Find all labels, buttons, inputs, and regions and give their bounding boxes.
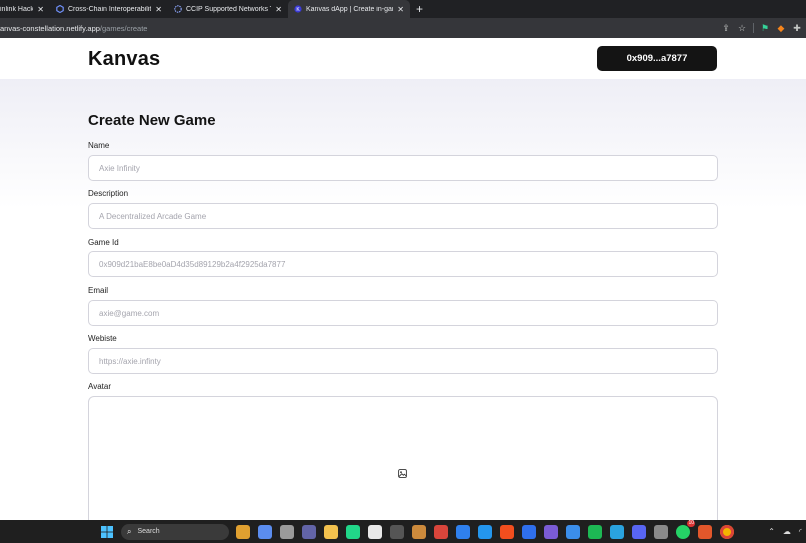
avatar-upload-area[interactable] (88, 396, 718, 520)
chrome-icon[interactable] (720, 524, 734, 539)
page-title: Create New Game (88, 112, 216, 129)
tab-title: CCIP Supported Networks Testn (186, 5, 271, 13)
search-label: Search (137, 528, 160, 535)
game-id-label: Game Id (88, 238, 119, 247)
whatsapp-icon[interactable]: 10 (676, 519, 695, 539)
chainlink-icon (174, 5, 182, 13)
tab-chainlink-hackathon[interactable]: inlink Hacka ✕ (0, 0, 50, 18)
site-header: Kanvas 0x909...a7877 (0, 38, 806, 79)
url-field[interactable]: anvas-constellation.netlify.app/games/cr… (0, 24, 147, 33)
share-icon[interactable]: ⇪ (721, 23, 731, 34)
task-view-icon[interactable] (280, 524, 294, 539)
extension-separator (753, 23, 754, 33)
email-input[interactable] (88, 300, 718, 326)
windows-start-icon[interactable] (100, 525, 114, 539)
address-bar: anvas-constellation.netlify.app/games/cr… (0, 18, 806, 38)
pycharm-icon[interactable] (346, 524, 360, 539)
wifi-icon[interactable]: ◜ (799, 527, 802, 536)
url-host: anvas-constellation.netlify.app (0, 23, 100, 33)
onedrive-cloud-icon[interactable]: ☁ (783, 527, 791, 536)
store-icon[interactable] (368, 524, 382, 539)
tab-close-icon[interactable]: ✕ (155, 5, 162, 14)
spotify-icon[interactable] (588, 524, 602, 539)
file-explorer-icon[interactable] (324, 524, 338, 539)
website-input[interactable] (88, 348, 718, 374)
new-tab-button[interactable]: + (416, 2, 423, 16)
browser-toolbar: ⇪ ☆ ⚑ ◆ ✚ (721, 18, 802, 38)
name-input[interactable] (88, 155, 718, 181)
tab-kanvas-create[interactable]: K Kanvas dApp | Create in-game ✕ (288, 0, 410, 18)
description-input[interactable] (88, 203, 718, 229)
discord-icon[interactable] (632, 524, 646, 539)
webcam-icon[interactable] (654, 524, 668, 539)
extensions-puzzle-icon[interactable]: ✚ (792, 23, 802, 34)
minus-app-icon[interactable] (522, 524, 536, 539)
tab-title: Kanvas dApp | Create in-game (306, 5, 394, 13)
avatar-label: Avatar (88, 382, 111, 391)
tab-close-icon[interactable]: ✕ (397, 5, 404, 14)
vscode-icon[interactable] (456, 524, 470, 539)
kanvas-icon: K (294, 5, 302, 13)
url-path: /games/create (99, 23, 148, 33)
tab-title: Cross-Chain Interoperability Pro (68, 5, 152, 13)
figma-icon[interactable] (500, 524, 514, 539)
widgets-icon[interactable] (236, 524, 250, 539)
metamask-fox-icon[interactable]: ◆ (776, 23, 786, 34)
brave-icon[interactable] (698, 524, 712, 539)
purple-app-icon[interactable] (544, 524, 558, 539)
wallet-address-button[interactable]: 0x909...a7877 (597, 46, 717, 71)
site-logo[interactable]: Kanvas (88, 48, 160, 71)
notification-badge: 10 (687, 519, 695, 527)
chevron-up-icon[interactable]: ⌃ (768, 527, 775, 536)
email-label: Email (88, 286, 109, 295)
extension-flag-icon[interactable]: ⚑ (760, 23, 770, 34)
tab-ccip-networks[interactable]: CCIP Supported Networks Testn ✕ (168, 0, 288, 18)
chainlink-icon (56, 5, 64, 13)
name-label: Name (88, 141, 110, 150)
browser-tab-strip: inlink Hacka ✕ Cross-Chain Interoperabil… (0, 0, 806, 18)
game-id-input[interactable] (88, 251, 718, 277)
telegram-icon[interactable] (610, 524, 624, 539)
tab-cross-chain[interactable]: Cross-Chain Interoperability Pro ✕ (50, 0, 168, 18)
tab-close-icon[interactable]: ✕ (275, 5, 282, 14)
copilot-icon[interactable] (258, 524, 272, 539)
tab-title: inlink Hacka (0, 5, 34, 13)
windows-taskbar: ⌕ Search 10 ⌃ ☁ ◜ (0, 519, 806, 543)
image-upload-icon (398, 465, 407, 478)
page-content: Kanvas 0x909...a7877 Create New Game Nam… (0, 38, 806, 520)
docker-icon[interactable] (478, 524, 492, 539)
virtualbox-icon[interactable] (412, 524, 426, 539)
bookmark-star-icon[interactable]: ☆ (737, 23, 747, 34)
teams-icon[interactable] (302, 524, 316, 539)
website-label: Webiste (88, 334, 117, 343)
search-icon: ⌕ (127, 526, 132, 536)
tab-close-icon[interactable]: ✕ (37, 5, 44, 14)
terminal-icon[interactable] (390, 524, 404, 539)
record-icon[interactable] (434, 524, 448, 539)
taskbar-apps: 10 (232, 519, 738, 539)
system-tray: ⌃ ☁ ◜ (768, 520, 802, 543)
tasks-icon[interactable] (566, 524, 580, 539)
description-label: Description (88, 189, 129, 198)
taskbar-search-box[interactable]: ⌕ Search (121, 523, 229, 540)
